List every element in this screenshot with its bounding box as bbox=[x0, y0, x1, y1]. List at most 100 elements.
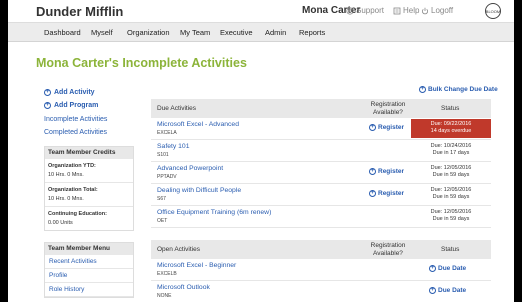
plus-icon: + bbox=[429, 265, 436, 272]
nav-dashboard[interactable]: Dashboard bbox=[44, 28, 81, 37]
continuing-ed-label: Continuing Education: bbox=[48, 211, 107, 217]
logoff-label: Logoff bbox=[431, 6, 454, 15]
table-row: Microsoft Excel - Advanced EXCELA + Registe… bbox=[151, 118, 491, 140]
team-member-menu: Team Member Menu Recent Activities Profi… bbox=[44, 242, 134, 298]
status-cell: Due: 10/24/2016 Due in 17 days bbox=[411, 141, 491, 160]
activity-code: S101 bbox=[157, 152, 169, 158]
status-cell: Due: 09/22/2016 14 days overdue bbox=[411, 119, 491, 138]
add-program-button[interactable]: + Add Program bbox=[44, 102, 98, 109]
credits-panel-title: Team Member Credits bbox=[45, 147, 133, 159]
activity-code: OET bbox=[157, 218, 168, 224]
brand-name: Dunder Mifflin bbox=[36, 4, 124, 19]
page-title: Mona Carter's Incomplete Activities bbox=[36, 56, 247, 70]
activity-code: S67 bbox=[157, 196, 166, 202]
continuing-ed-value: 0.00 Units bbox=[48, 220, 73, 226]
logoff-link[interactable]: Logoff bbox=[421, 6, 453, 15]
table-row: Office Equipment Training (6m renew) OET D… bbox=[151, 206, 491, 228]
org-total-label: Organization Total: bbox=[48, 187, 98, 193]
activity-code: EXCELB bbox=[157, 271, 177, 277]
table-row: Microsoft Excel - Beginner EXCELB + Due Dat… bbox=[151, 259, 491, 281]
register-button[interactable]: + Register bbox=[369, 168, 404, 175]
plus-icon: + bbox=[369, 190, 376, 197]
main-nav: Dashboard Myself Organization My Team Ex… bbox=[8, 23, 514, 42]
company-logo: BLOOM bbox=[485, 3, 501, 19]
bulk-change-label: Bulk Change Due Date bbox=[428, 86, 498, 93]
nav-myself[interactable]: Myself bbox=[91, 28, 113, 37]
nav-reports[interactable]: Reports bbox=[299, 28, 325, 37]
activity-link[interactable]: Dealing with Difficult People bbox=[157, 187, 241, 194]
org-total-value: 10 Hrs. 0 Mns. bbox=[45, 193, 133, 207]
bulk-change-due-date-button[interactable]: + Bulk Change Due Date bbox=[419, 86, 498, 93]
due-date-label: Due Date bbox=[438, 265, 467, 272]
open-col-status: Status bbox=[441, 246, 460, 253]
due-date-text: Due: 12/05/2016 bbox=[430, 209, 472, 215]
add-activity-label: Add Activity bbox=[54, 89, 95, 96]
table-row: Dealing with Difficult People S67 + Registe… bbox=[151, 184, 491, 206]
add-program-label: Add Program bbox=[54, 102, 99, 109]
register-label: Register bbox=[378, 190, 405, 197]
table-row: Microsoft Outlook NONE + Due Date bbox=[151, 281, 491, 302]
menu-profile[interactable]: Profile bbox=[45, 269, 133, 283]
due-status-text: Due in 59 days bbox=[432, 172, 470, 178]
due-date-text: Due: 12/05/2016 bbox=[430, 165, 472, 171]
due-date-button[interactable]: + Due Date bbox=[429, 265, 466, 272]
nav-admin[interactable]: Admin bbox=[265, 28, 286, 37]
open-activities-table: Open Activities Registration Available? … bbox=[151, 240, 491, 302]
plus-icon: + bbox=[44, 89, 51, 96]
credits-panel: Team Member Credits Organization YTD: 10… bbox=[44, 146, 134, 231]
due-date-text: Due: 09/22/2016 bbox=[430, 121, 472, 127]
support-label: Support bbox=[356, 6, 385, 15]
due-status-text: Due in 59 days bbox=[432, 194, 470, 200]
due-date-label: Due Date bbox=[438, 287, 467, 294]
activity-code: EXCELA bbox=[157, 130, 177, 136]
incomplete-activities-link[interactable]: Incomplete Activities bbox=[44, 116, 107, 123]
plus-icon: + bbox=[429, 287, 436, 294]
activity-link[interactable]: Office Equipment Training (6m renew) bbox=[157, 209, 271, 216]
due-table-header: Due Activities Registration Available? S… bbox=[151, 99, 491, 118]
register-button[interactable]: + Register bbox=[369, 190, 404, 197]
activity-link[interactable]: Microsoft Excel - Advanced bbox=[157, 121, 239, 128]
nav-organization[interactable]: Organization bbox=[127, 28, 170, 37]
open-table-header: Open Activities Registration Available? … bbox=[151, 240, 491, 259]
activity-link[interactable]: Advanced Powerpoint bbox=[157, 165, 223, 172]
status-cell: Due: 12/05/2016 Due in 59 days bbox=[411, 185, 491, 204]
help-label: Help bbox=[403, 6, 420, 15]
due-col-registration: Registration Available? bbox=[370, 101, 406, 116]
register-button[interactable]: + Register bbox=[369, 124, 404, 131]
due-table-body: Microsoft Excel - Advanced EXCELA + Registe… bbox=[151, 118, 491, 228]
register-label: Register bbox=[378, 124, 405, 131]
add-activity-button[interactable]: + Add Activity bbox=[44, 89, 95, 96]
support-link[interactable]: Support bbox=[346, 6, 384, 15]
status-cell: Due: 12/05/2016 Due in 59 days bbox=[411, 207, 491, 226]
status-cell: Due: 12/05/2016 Due in 59 days bbox=[411, 163, 491, 182]
completed-activities-link[interactable]: Completed Activities bbox=[44, 129, 107, 136]
open-col-registration: Registration Available? bbox=[370, 242, 406, 257]
menu-recent-activities[interactable]: Recent Activities bbox=[45, 255, 133, 269]
activity-link[interactable]: Microsoft Excel - Beginner bbox=[157, 262, 236, 269]
table-row: Advanced Powerpoint PPTADV + Register Due: 1… bbox=[151, 162, 491, 184]
due-date-text: Due: 12/05/2016 bbox=[430, 187, 472, 193]
due-date-button[interactable]: + Due Date bbox=[429, 287, 466, 294]
due-status-text: Due in 59 days bbox=[432, 216, 470, 222]
menu-role-history[interactable]: Role History bbox=[45, 283, 133, 297]
plus-icon: + bbox=[369, 168, 376, 175]
nav-executive[interactable]: Executive bbox=[220, 28, 253, 37]
activity-link[interactable]: Microsoft Outlook bbox=[157, 284, 210, 291]
due-status-text: Due in 17 days bbox=[432, 150, 470, 156]
open-table-body: Microsoft Excel - Beginner EXCELB + Due Dat… bbox=[151, 259, 491, 302]
help-icon bbox=[393, 7, 401, 14]
nav-my-team[interactable]: My Team bbox=[180, 28, 210, 37]
due-col-activities: Due Activities bbox=[157, 105, 197, 112]
org-ytd-label: Organization YTD: bbox=[48, 163, 96, 169]
due-col-status: Status bbox=[441, 105, 460, 112]
support-icon bbox=[346, 6, 354, 15]
open-col-activities: Open Activities bbox=[157, 246, 200, 253]
help-link[interactable]: Help bbox=[393, 6, 419, 15]
activity-code: NONE bbox=[157, 293, 172, 299]
top-bar: Dunder Mifflin Mona Carter Support Help … bbox=[8, 0, 514, 23]
app-window: Dunder Mifflin Mona Carter Support Help … bbox=[8, 0, 514, 302]
org-ytd-value: 10 Hrs. 0 Mns. bbox=[45, 169, 133, 183]
due-activities-table: Due Activities Registration Available? S… bbox=[151, 99, 491, 228]
activity-link[interactable]: Safety 101 bbox=[157, 143, 190, 150]
table-row: Safety 101 S101 Due: 10/24/2016 Due in 17 d… bbox=[151, 140, 491, 162]
